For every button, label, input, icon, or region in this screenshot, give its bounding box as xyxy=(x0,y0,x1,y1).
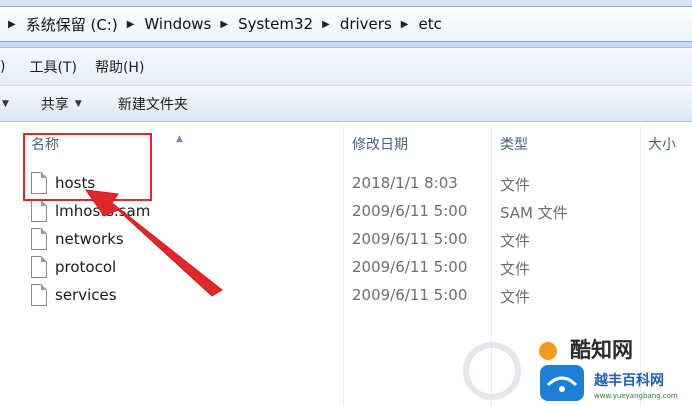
watermark-brand: 酷知网 xyxy=(570,338,633,362)
watermark-url: www.yueyangbang.com xyxy=(594,392,678,400)
watermark-brand-secondary: 越丰百科网 xyxy=(594,373,664,389)
